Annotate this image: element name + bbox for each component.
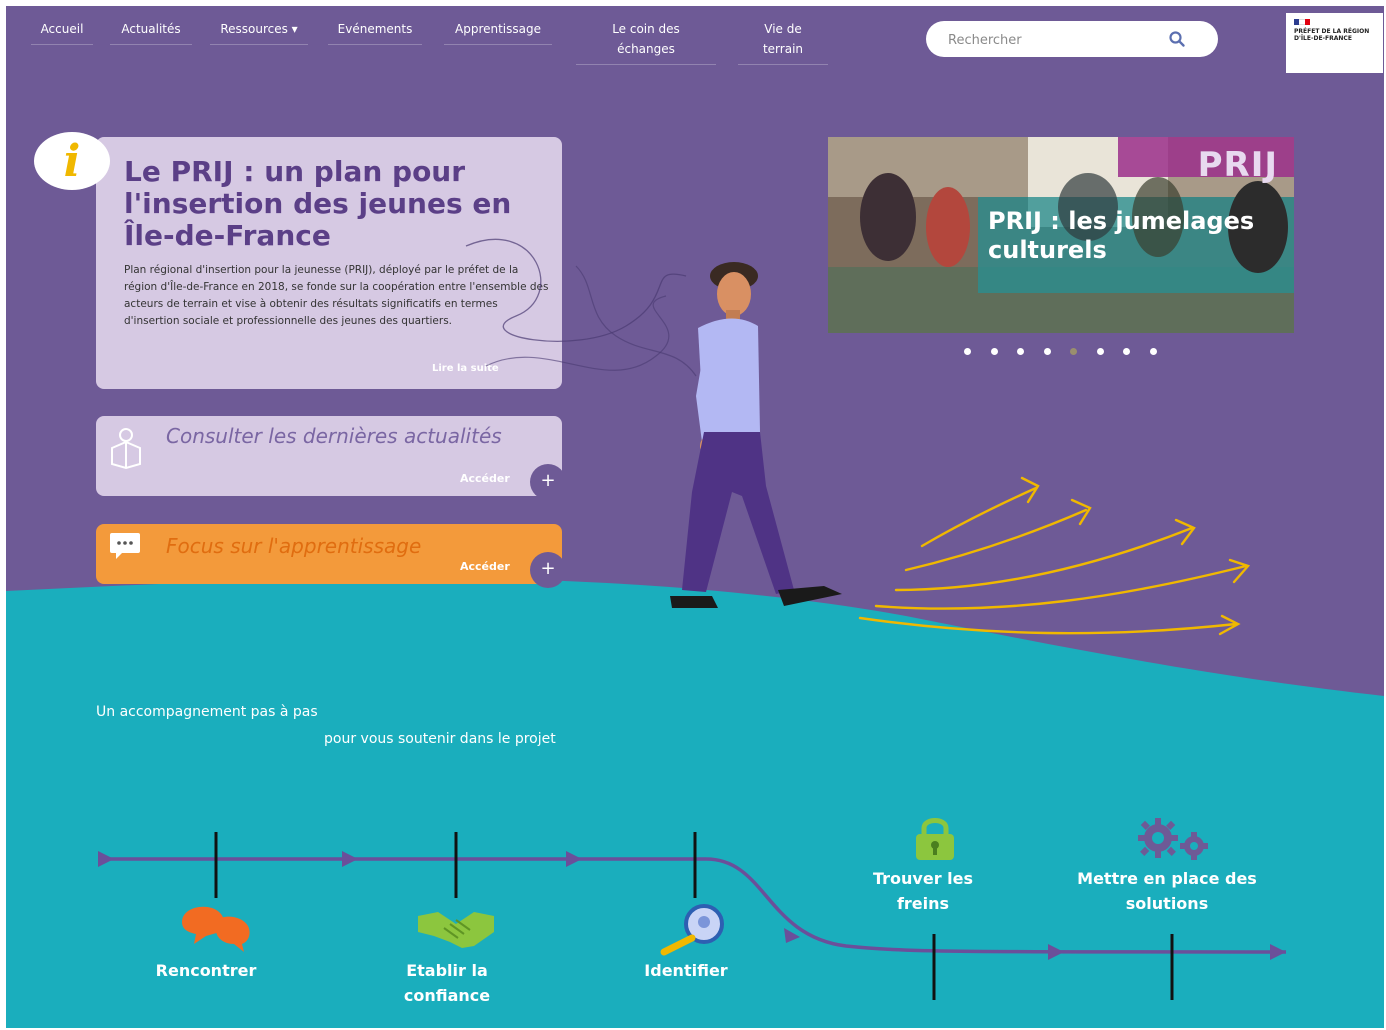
step-label-etablir-confiance: Etablir la confiance xyxy=(403,961,491,1005)
nav-accueil[interactable]: Accueil xyxy=(31,19,93,45)
actualites-plus-button[interactable]: + xyxy=(530,464,566,500)
nav-vie-de-terrain[interactable]: Vie de terrain xyxy=(738,19,828,65)
nav-evenements[interactable]: Evénements xyxy=(328,19,422,45)
focus-label: Focus sur l'apprentissage xyxy=(166,534,422,558)
carousel-dot[interactable] xyxy=(1043,348,1051,355)
carousel-dot[interactable] xyxy=(1070,348,1077,355)
padlock-icon xyxy=(916,818,954,860)
gears-icon xyxy=(1138,818,1208,860)
yellow-arrows-illustration xyxy=(858,476,1251,636)
nav-apprentissage[interactable]: Apprentissage xyxy=(444,19,552,45)
handshake-icon xyxy=(418,912,494,948)
actualites-access-link[interactable]: Accéder xyxy=(460,472,510,485)
carousel-dot[interactable] xyxy=(1123,348,1130,355)
focus-access-link[interactable]: Accéder xyxy=(460,560,510,573)
nav-coin-des-echanges[interactable]: Le coin des échanges xyxy=(576,19,716,65)
carousel-dot[interactable] xyxy=(990,348,998,355)
logo-text: PRÉFET DE LA RÉGION D'ÎLE-DE-FRANCE xyxy=(1294,28,1370,42)
carousel-dot[interactable] xyxy=(964,348,971,355)
step-label-mettre-en-place: Mettre en place des solutions xyxy=(1077,869,1257,913)
page: Accueil Actualités Ressources ▾ Evénemen… xyxy=(6,6,1384,1028)
nav-actualites[interactable]: Actualités xyxy=(110,19,192,45)
step-label-identifier: Identifier xyxy=(644,961,728,980)
carousel-dot[interactable] xyxy=(1096,348,1104,355)
republique-francaise-logo xyxy=(1294,19,1310,25)
carousel-dot[interactable] xyxy=(1149,348,1157,355)
carousel-slide-title: PRIJ : les jumelages culturels xyxy=(988,207,1255,264)
news-carousel[interactable]: PRIJ PRIJ : les jumelages culturels xyxy=(828,137,1294,333)
tagline-line1: Un accompagnement pas à pas xyxy=(96,704,318,720)
news-icon xyxy=(111,428,141,470)
search-box xyxy=(926,21,1218,57)
prefet-logo[interactable]: PRÉFET DE LA RÉGION D'ÎLE-DE-FRANCE xyxy=(1286,13,1383,73)
carousel-dot[interactable] xyxy=(1017,348,1024,355)
nav-ressources[interactable]: Ressources ▾ xyxy=(210,19,308,45)
search-icon[interactable] xyxy=(1168,30,1186,48)
step-label-rencontrer: Rencontrer xyxy=(155,961,257,980)
carousel-prij-tag: PRIJ xyxy=(1197,145,1278,185)
tagline-line2: pour vous soutenir dans le projet xyxy=(324,731,556,747)
speech-bubbles-icon xyxy=(182,906,250,952)
magnifier-icon xyxy=(660,904,724,956)
info-icon: i xyxy=(34,132,110,190)
focus-plus-button[interactable]: + xyxy=(530,552,566,588)
search-input[interactable] xyxy=(946,29,1160,51)
chat-icon xyxy=(110,533,140,559)
step-label-trouver-freins: Trouver les freins xyxy=(872,869,974,913)
